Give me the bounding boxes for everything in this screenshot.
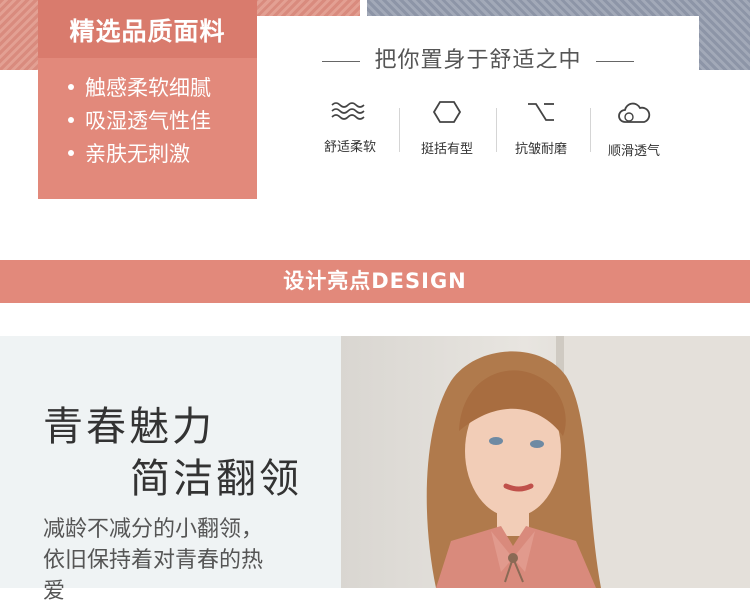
cloud-icon xyxy=(618,102,651,123)
slogan-dash-left xyxy=(322,60,361,62)
feature-divider xyxy=(399,108,400,152)
model-illustration xyxy=(426,336,750,588)
description-line: 爱 xyxy=(43,579,66,604)
highlight-description: 减龄不减分的小翻领， 依旧保持着对青春的热 爱 xyxy=(43,514,323,607)
quality-item: 触感柔软细腻 xyxy=(68,74,211,107)
quality-box: 精选品质面料 触感柔软细腻 吸湿透气性佳 亲肤无刺激 xyxy=(38,0,257,199)
feature-breathable: 顺滑透气 xyxy=(589,100,679,159)
slogan: 把你置身于舒适之中 xyxy=(257,42,699,74)
feature-card: 把你置身于舒适之中 舒适柔软 挺括有型 抗皱耐磨 顺滑透气 xyxy=(257,16,699,166)
waves-icon xyxy=(331,102,365,120)
bullet-icon xyxy=(68,150,74,156)
feature-wrinkle: 抗皱耐磨 xyxy=(496,100,586,157)
quality-item: 亲肤无刺激 xyxy=(68,140,211,173)
model-photo xyxy=(341,336,750,588)
quality-item: 吸湿透气性佳 xyxy=(68,107,211,140)
slogan-dash-right xyxy=(595,60,634,62)
highlight-panel: 青春魅力 简洁翻领 减龄不减分的小翻领， 依旧保持着对青春的热 爱 xyxy=(0,336,341,604)
description-line: 依旧保持着对青春的热 xyxy=(43,548,264,573)
feature-wrinkle-label: 抗皱耐磨 xyxy=(514,142,567,157)
feature-breathable-label: 顺滑透气 xyxy=(607,144,660,159)
feature-shape-label: 挺括有型 xyxy=(420,142,473,157)
bullet-icon xyxy=(68,117,74,123)
feature-shape: 挺括有型 xyxy=(402,100,492,157)
description-line: 减龄不减分的小翻领， xyxy=(43,517,264,542)
quality-list: 触感柔软细腻 吸湿透气性佳 亲肤无刺激 xyxy=(68,74,211,173)
bullet-icon xyxy=(68,84,74,90)
feature-soft: 舒适柔软 xyxy=(305,100,395,155)
headline-collar: 简洁翻领 xyxy=(130,456,302,502)
hexagon-icon xyxy=(433,101,461,123)
slogan-text: 把你置身于舒适之中 xyxy=(374,48,582,73)
headline-youth: 青春魅力 xyxy=(43,404,215,450)
design-banner: 设计亮点DESIGN xyxy=(0,260,750,303)
quality-title: 精选品质面料 xyxy=(69,17,226,46)
option-key-icon xyxy=(528,103,554,121)
feature-soft-label: 舒适柔软 xyxy=(323,140,376,155)
